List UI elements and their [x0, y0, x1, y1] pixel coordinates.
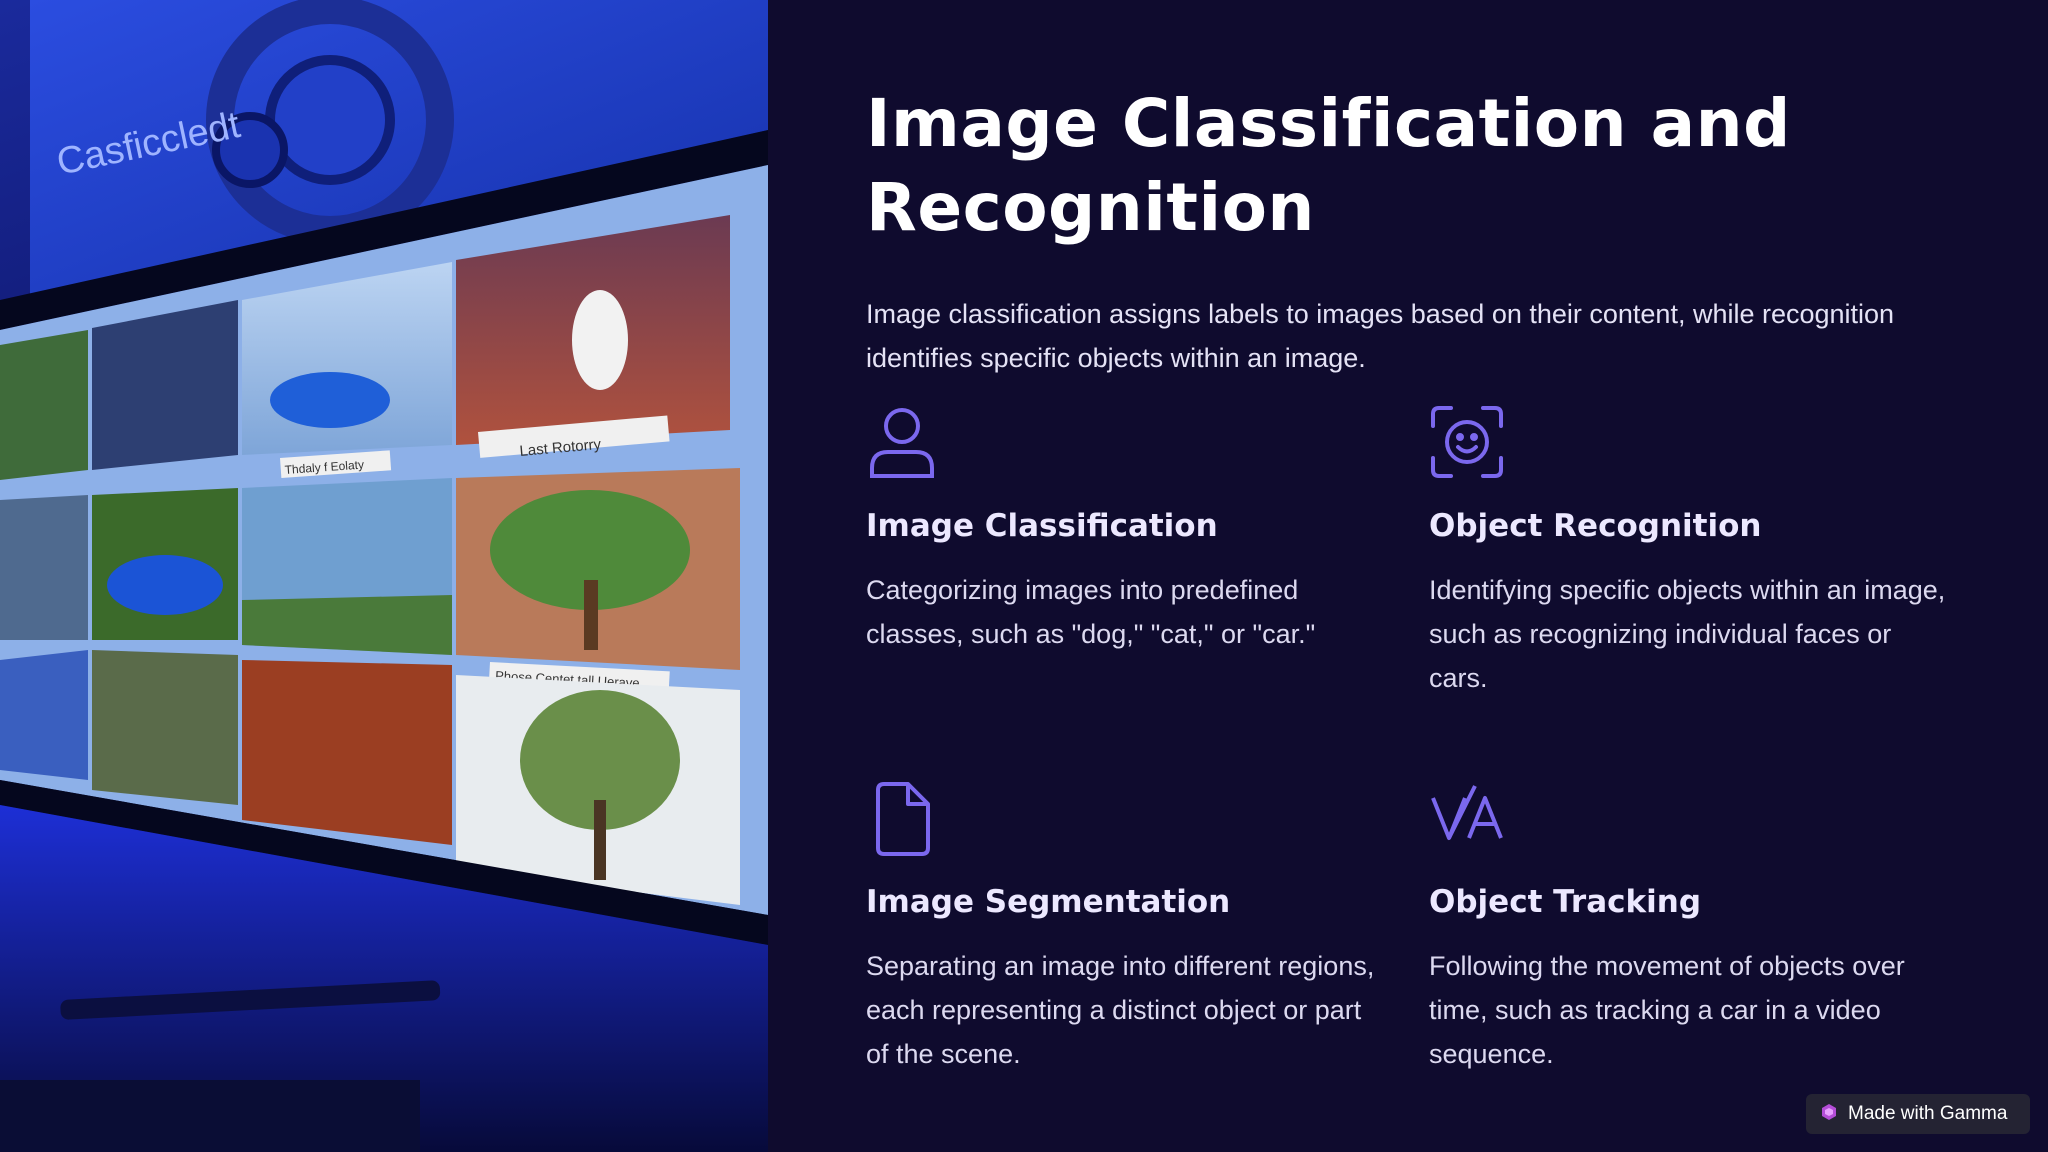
- document-icon: [866, 780, 942, 856]
- card-text: Separating an image into different regio…: [866, 951, 1375, 1069]
- card-image-classification: Image Classification Categorizing images…: [866, 404, 1386, 649]
- made-with-gamma-badge[interactable]: Made with Gamma: [1806, 1094, 2030, 1134]
- page-title: Image Classification and Recognition: [866, 85, 1791, 246]
- card-title: Image Segmentation: [866, 884, 1231, 920]
- card-text: Identifying specific objects within an i…: [1429, 575, 1946, 693]
- va-letters-icon: [1429, 780, 1505, 856]
- card-text: Categorizing images into predefined clas…: [866, 575, 1316, 649]
- card-text: Following the movement of objects over t…: [1429, 951, 1905, 1069]
- person-icon: [866, 404, 942, 480]
- card-object-recognition: Object Recognition Identifying specific …: [1429, 404, 1949, 693]
- intro-text: Image classification assigns labels to i…: [866, 299, 1895, 373]
- badge-label: Made with Gamma: [1848, 1103, 2008, 1124]
- gamma-logo-icon: [1820, 1103, 1838, 1126]
- card-title: Object Recognition: [1429, 508, 1762, 544]
- hero-image: Casficcledt Last Rotorry Thdaly f Eolaty…: [0, 0, 768, 1152]
- card-image-segmentation: Image Segmentation Separating an image i…: [866, 780, 1386, 1069]
- card-title: Image Classification: [866, 508, 1218, 544]
- face-scan-icon: [1429, 404, 1505, 480]
- card-object-tracking: Object Tracking Following the movement o…: [1429, 780, 1949, 1069]
- card-title: Object Tracking: [1429, 884, 1702, 920]
